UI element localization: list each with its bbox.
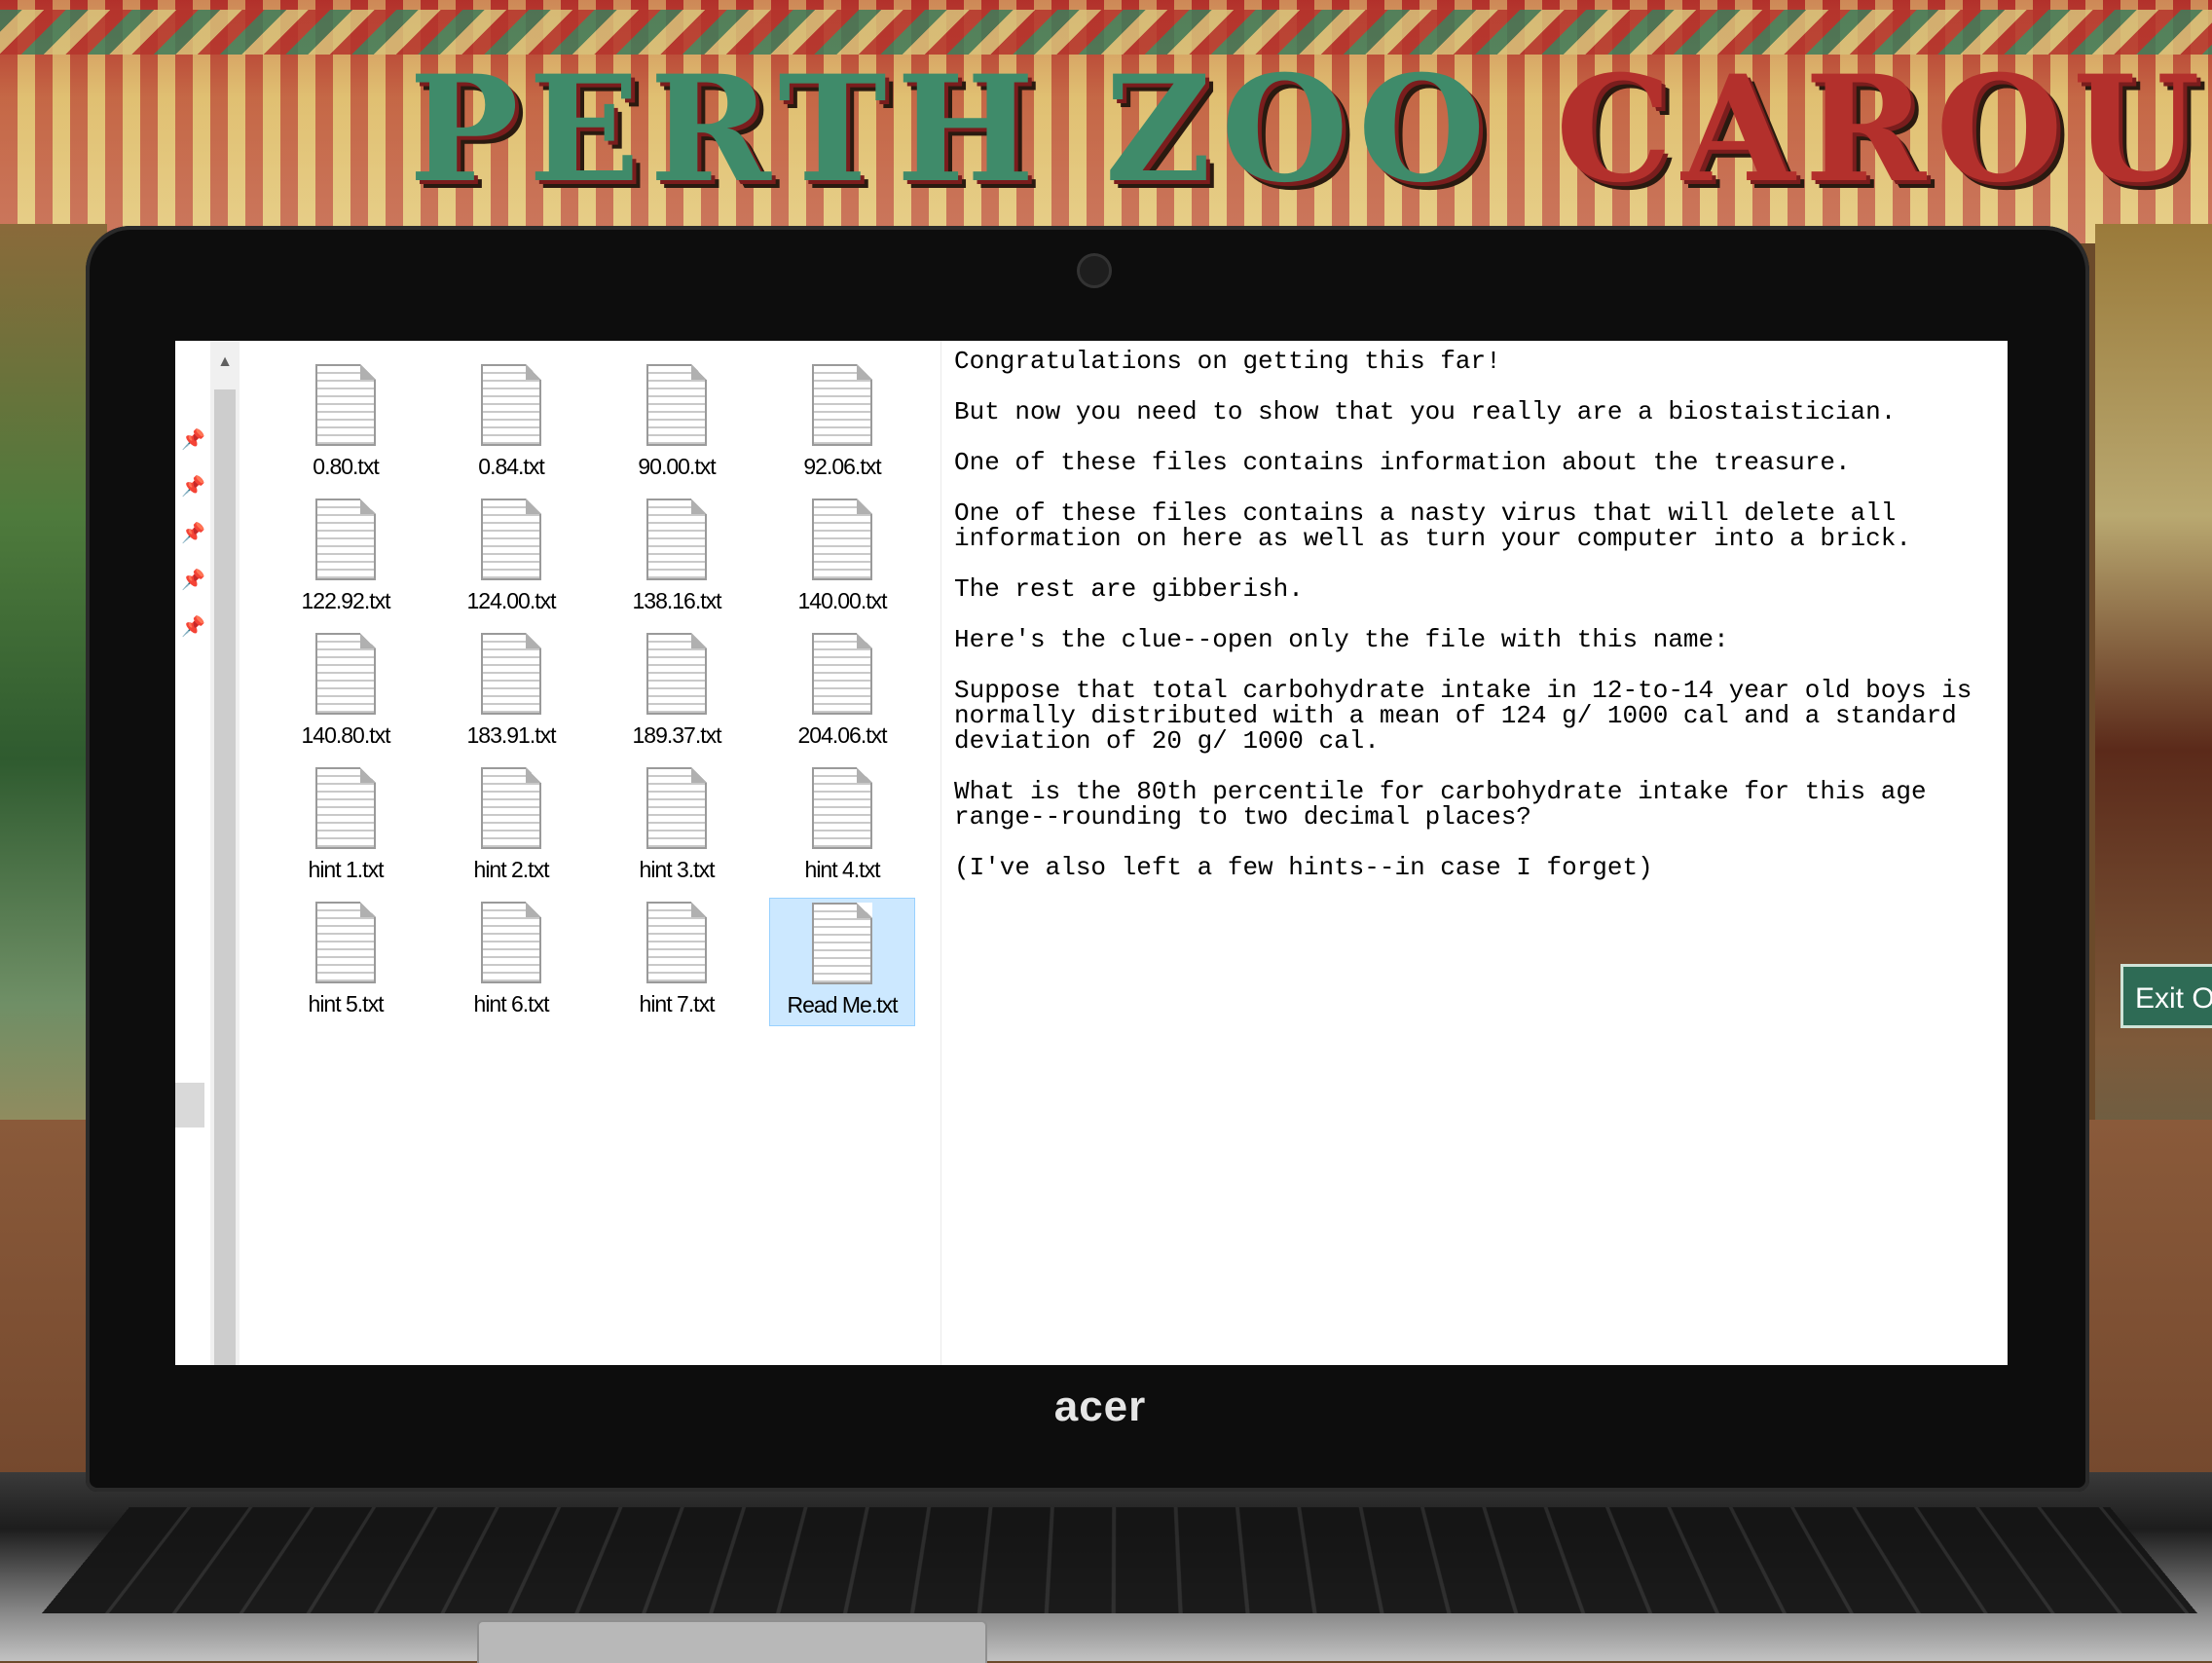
file-name: 138.16.txt xyxy=(632,588,721,613)
scroll-position-marker xyxy=(175,1083,204,1127)
file-item[interactable]: 140.00.txt xyxy=(769,495,915,623)
text-file-icon xyxy=(481,499,541,580)
touchpad xyxy=(477,1620,987,1663)
file-name: 122.92.txt xyxy=(301,588,390,613)
file-item[interactable]: hint 2.txt xyxy=(438,763,584,892)
text-file-icon xyxy=(315,364,376,446)
pin-icon[interactable]: 📌 xyxy=(181,428,205,452)
file-name: hint 7.txt xyxy=(639,991,716,1016)
file-item[interactable]: 189.37.txt xyxy=(604,629,750,758)
text-file-icon xyxy=(646,364,707,446)
webcam-icon xyxy=(1077,253,1112,288)
preview-divider[interactable] xyxy=(940,341,941,1365)
file-name: hint 4.txt xyxy=(804,857,881,882)
text-file-icon xyxy=(315,767,376,849)
preview-paragraph: Here's the clue--open only the file with… xyxy=(954,625,1729,654)
file-name: 204.06.txt xyxy=(797,722,887,748)
file-item[interactable]: 204.06.txt xyxy=(769,629,915,758)
text-file-icon xyxy=(812,767,872,849)
text-file-icon xyxy=(646,902,707,983)
pin-icon[interactable]: 📌 xyxy=(181,475,205,499)
file-name: hint 1.txt xyxy=(308,857,385,882)
file-name: 183.91.txt xyxy=(466,722,556,748)
scroll-up-chevron-icon[interactable]: ▲ xyxy=(210,351,240,374)
text-file-icon xyxy=(812,633,872,715)
file-item[interactable]: hint 5.txt xyxy=(273,898,419,1026)
navigation-pane: 📌 📌 📌 📌 📌 xyxy=(175,341,210,1365)
file-item[interactable]: hint 1.txt xyxy=(273,763,419,892)
text-file-icon xyxy=(481,902,541,983)
text-file-icon xyxy=(315,902,376,983)
text-file-icon xyxy=(812,903,872,984)
text-file-icon xyxy=(812,499,872,580)
preview-pane: Congratulations on getting this far! But … xyxy=(954,341,1986,1353)
preview-paragraph: Suppose that total carbohydrate intake i… xyxy=(954,676,1972,756)
sign-word-carousel: CAROUSE xyxy=(1555,44,2212,215)
file-item[interactable]: 122.92.txt xyxy=(273,495,419,623)
file-item[interactable]: 183.91.txt xyxy=(438,629,584,758)
file-item[interactable]: 92.06.txt xyxy=(769,360,915,489)
file-name: Read Me.txt xyxy=(787,992,899,1017)
sign-word-perth-zoo: PERTH ZOO xyxy=(409,44,1495,215)
carousel-sign: PERTH ZOO CAROUSE xyxy=(409,56,2212,203)
pin-icon[interactable]: 📌 xyxy=(181,522,205,545)
file-name: 0.80.txt xyxy=(313,454,379,479)
file-name: 189.37.txt xyxy=(632,722,721,748)
file-item[interactable]: 90.00.txt xyxy=(604,360,750,489)
preview-paragraph: The rest are gibberish. xyxy=(954,574,1304,604)
text-file-icon xyxy=(481,767,541,849)
text-file-icon xyxy=(481,364,541,446)
text-file-icon xyxy=(646,767,707,849)
text-file-icon xyxy=(481,633,541,715)
file-item[interactable]: hint 3.txt xyxy=(604,763,750,892)
file-name: 140.80.txt xyxy=(301,722,390,748)
file-name: hint 2.txt xyxy=(473,857,550,882)
file-item[interactable]: hint 4.txt xyxy=(769,763,915,892)
file-item[interactable]: 0.84.txt xyxy=(438,360,584,489)
text-file-icon xyxy=(646,633,707,715)
scroll-thumb[interactable] xyxy=(214,389,236,1365)
file-item[interactable]: 0.80.txt xyxy=(273,360,419,489)
file-name: 90.00.txt xyxy=(638,454,716,479)
file-name: 0.84.txt xyxy=(478,454,544,479)
nav-scrollbar[interactable]: ▲ xyxy=(175,341,240,1365)
file-name: 92.06.txt xyxy=(803,454,881,479)
preview-paragraph: What is the 80th percentile for carbohyd… xyxy=(954,777,1927,832)
keyboard xyxy=(42,1506,2197,1613)
file-item[interactable]: 124.00.txt xyxy=(438,495,584,623)
file-name: hint 6.txt xyxy=(473,991,550,1016)
text-file-icon xyxy=(646,499,707,580)
file-name: 124.00.txt xyxy=(466,588,556,613)
exit-sign: Exit Or xyxy=(2120,964,2212,1028)
text-file-icon xyxy=(315,633,376,715)
brand-logo: acer xyxy=(1053,1383,1147,1430)
file-item[interactable]: hint 7.txt xyxy=(604,898,750,1026)
file-item[interactable]: hint 6.txt xyxy=(438,898,584,1026)
pin-icon[interactable]: 📌 xyxy=(181,569,205,592)
preview-paragraph: One of these files contains information … xyxy=(954,448,1851,477)
file-name: hint 5.txt xyxy=(308,991,385,1016)
pin-icon[interactable]: 📌 xyxy=(181,615,205,639)
text-file-icon xyxy=(812,364,872,446)
file-name: hint 3.txt xyxy=(639,857,716,882)
preview-paragraph: But now you need to show that you really… xyxy=(954,397,1897,426)
preview-paragraph: One of these files contains a nasty viru… xyxy=(954,499,1911,553)
file-item[interactable]: Read Me.txt xyxy=(769,898,915,1026)
preview-paragraph: (I've also left a few hints--in case I f… xyxy=(954,853,1653,882)
laptop-screen: 📌 📌 📌 📌 📌 ▲ 0.80.txt 0.84.txt 90.00.txt 92.… xyxy=(175,341,2008,1365)
file-item[interactable]: 138.16.txt xyxy=(604,495,750,623)
file-item[interactable]: 140.80.txt xyxy=(273,629,419,758)
file-name: 140.00.txt xyxy=(797,588,887,613)
text-file-icon xyxy=(315,499,376,580)
preview-paragraph: Congratulations on getting this far! xyxy=(954,347,1501,376)
